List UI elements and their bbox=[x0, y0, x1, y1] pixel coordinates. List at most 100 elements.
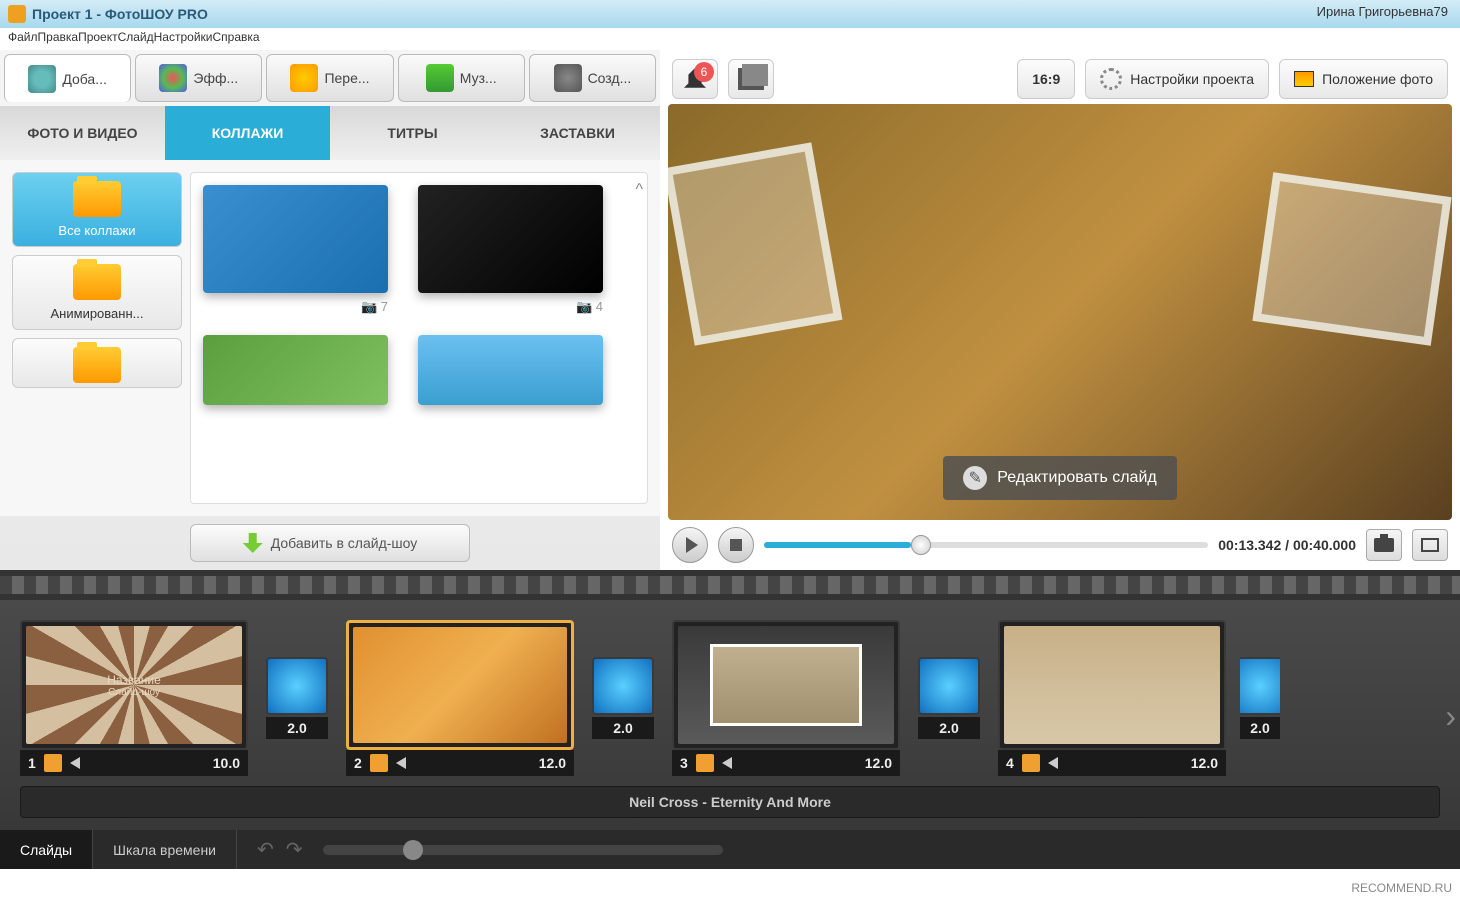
redo-button[interactable]: ↷ bbox=[286, 837, 303, 862]
play-icon bbox=[686, 537, 698, 553]
add-to-slideshow-button[interactable]: Добавить в слайд-шоу bbox=[190, 524, 470, 562]
tab-effects-label: Эфф... bbox=[193, 70, 238, 86]
slide-number: 1 bbox=[28, 755, 36, 771]
slide-number: 3 bbox=[680, 755, 688, 771]
fullscreen-icon bbox=[1421, 538, 1439, 552]
scroll-up-icon[interactable]: ^ bbox=[635, 181, 643, 199]
project-settings-label: Настройки проекта bbox=[1130, 71, 1254, 87]
position-icon bbox=[1294, 71, 1314, 87]
palette-icon bbox=[159, 64, 187, 92]
slide-edit-icon[interactable] bbox=[370, 754, 388, 772]
category-list: Все коллажи Анимированн... bbox=[12, 172, 182, 504]
template-3[interactable] bbox=[203, 335, 388, 405]
arrow-down-icon bbox=[243, 533, 263, 553]
tab-add[interactable]: Доба... bbox=[4, 54, 131, 102]
transition-2[interactable]: 2.0 bbox=[588, 657, 658, 739]
slide-sound-icon[interactable] bbox=[70, 757, 80, 769]
slide-thumb: НазваниеСлайд-шоу bbox=[26, 626, 242, 744]
subtab-intros[interactable]: ЗАСТАВКИ bbox=[495, 106, 660, 160]
timeline: НазваниеСлайд-шоу 1 10.0 2.0 2 12.0 2.0 bbox=[0, 600, 1460, 830]
camera-icon bbox=[28, 65, 56, 93]
camera-icon: 📷 bbox=[361, 299, 377, 314]
slide-4[interactable]: 4 12.0 bbox=[998, 620, 1226, 776]
subtab-collages[interactable]: КОЛЛАЖИ bbox=[165, 106, 330, 160]
transition-4[interactable]: 2.0 bbox=[1240, 657, 1280, 739]
category-animated-label: Анимированн... bbox=[21, 306, 173, 321]
transition-1[interactable]: 2.0 bbox=[262, 657, 332, 739]
slide-2[interactable]: 2 12.0 bbox=[346, 620, 574, 776]
tab-music[interactable]: Муз... bbox=[398, 54, 525, 102]
audio-track[interactable]: Neil Cross - Eternity And More bbox=[20, 786, 1440, 818]
slide-sound-icon[interactable] bbox=[396, 757, 406, 769]
subtab-photo-video[interactable]: ФОТО И ВИДЕО bbox=[0, 106, 165, 160]
zoom-thumb[interactable] bbox=[403, 840, 423, 860]
edit-slide-button[interactable]: ✎ Редактировать слайд bbox=[943, 456, 1176, 500]
category-animated[interactable]: Анимированн... bbox=[12, 255, 182, 330]
slide-thumb bbox=[678, 626, 894, 744]
menu-file[interactable]: Файл bbox=[8, 30, 38, 44]
slide-duration: 12.0 bbox=[539, 755, 566, 771]
right-panel: 6 16:9 Настройки проекта Положение фото … bbox=[660, 50, 1460, 570]
seek-bar[interactable] bbox=[764, 542, 1208, 548]
menu-slide[interactable]: Слайд bbox=[118, 30, 154, 44]
watermark: RECOMMEND.RU bbox=[1351, 881, 1452, 895]
folder-icon bbox=[73, 181, 121, 217]
slide-number: 2 bbox=[354, 755, 362, 771]
add-button-label: Добавить в слайд-шоу bbox=[271, 535, 418, 551]
tab-create[interactable]: Созд... bbox=[529, 54, 656, 102]
preview-frame-right bbox=[1252, 172, 1451, 346]
undo-button[interactable]: ↶ bbox=[257, 837, 274, 862]
photo-position-label: Положение фото bbox=[1322, 71, 1433, 87]
slide-duration: 12.0 bbox=[1191, 755, 1218, 771]
template-grid[interactable]: ^ 📷 7 📷 4 bbox=[190, 172, 648, 504]
seek-progress bbox=[764, 542, 911, 548]
scroll-right-icon[interactable]: › bbox=[1445, 698, 1456, 735]
photo-position-button[interactable]: Положение фото bbox=[1279, 59, 1448, 99]
notifications-button[interactable]: 6 bbox=[672, 59, 718, 99]
seek-thumb[interactable] bbox=[911, 535, 931, 555]
transition-3[interactable]: 2.0 bbox=[914, 657, 984, 739]
slide-sound-icon[interactable] bbox=[722, 757, 732, 769]
slide-3[interactable]: 3 12.0 bbox=[672, 620, 900, 776]
stop-button[interactable] bbox=[718, 527, 754, 563]
project-settings-button[interactable]: Настройки проекта bbox=[1085, 59, 1269, 99]
slide-edit-icon[interactable] bbox=[1022, 754, 1040, 772]
template-4[interactable] bbox=[418, 335, 603, 405]
app-icon bbox=[8, 5, 26, 23]
gear-icon bbox=[1100, 68, 1122, 90]
transition-thumb bbox=[1240, 657, 1280, 715]
aspect-ratio-button[interactable]: 16:9 bbox=[1017, 59, 1075, 99]
zoom-slider[interactable] bbox=[323, 845, 723, 855]
notification-count: 6 bbox=[694, 62, 714, 82]
slide-1[interactable]: НазваниеСлайд-шоу 1 10.0 bbox=[20, 620, 248, 776]
slide-sound-icon[interactable] bbox=[1048, 757, 1058, 769]
tab-effects[interactable]: Эфф... bbox=[135, 54, 262, 102]
fullscreen-button[interactable] bbox=[1412, 529, 1448, 561]
template-2[interactable]: 📷 4 bbox=[418, 185, 603, 315]
menu-project[interactable]: Проект bbox=[78, 30, 118, 44]
menu-settings[interactable]: Настройки bbox=[154, 30, 213, 44]
template-thumb bbox=[418, 185, 603, 293]
preview-area[interactable]: ✎ Редактировать слайд bbox=[668, 104, 1452, 520]
slide-edit-icon[interactable] bbox=[44, 754, 62, 772]
bottom-tab-slides[interactable]: Слайды bbox=[0, 830, 93, 869]
subtab-titles[interactable]: ТИТРЫ bbox=[330, 106, 495, 160]
preview-frame-left bbox=[668, 142, 842, 345]
transition-thumb bbox=[266, 657, 328, 715]
play-button[interactable] bbox=[672, 527, 708, 563]
photos-button[interactable] bbox=[728, 59, 774, 99]
menu-edit[interactable]: Правка bbox=[38, 30, 79, 44]
category-all[interactable]: Все коллажи bbox=[12, 172, 182, 247]
tab-transitions[interactable]: Пере... bbox=[266, 54, 393, 102]
template-1[interactable]: 📷 7 bbox=[203, 185, 388, 315]
menu-help[interactable]: Справка bbox=[212, 30, 259, 44]
camera-icon bbox=[1374, 538, 1394, 552]
film-strip-decoration bbox=[0, 570, 1460, 600]
snapshot-button[interactable] bbox=[1366, 529, 1402, 561]
transition-duration: 2.0 bbox=[1240, 717, 1280, 739]
bottom-tab-timeline[interactable]: Шкала времени bbox=[93, 830, 237, 869]
transition-thumb bbox=[918, 657, 980, 715]
folder-icon bbox=[73, 264, 121, 300]
category-item-3[interactable] bbox=[12, 338, 182, 388]
slide-edit-icon[interactable] bbox=[696, 754, 714, 772]
